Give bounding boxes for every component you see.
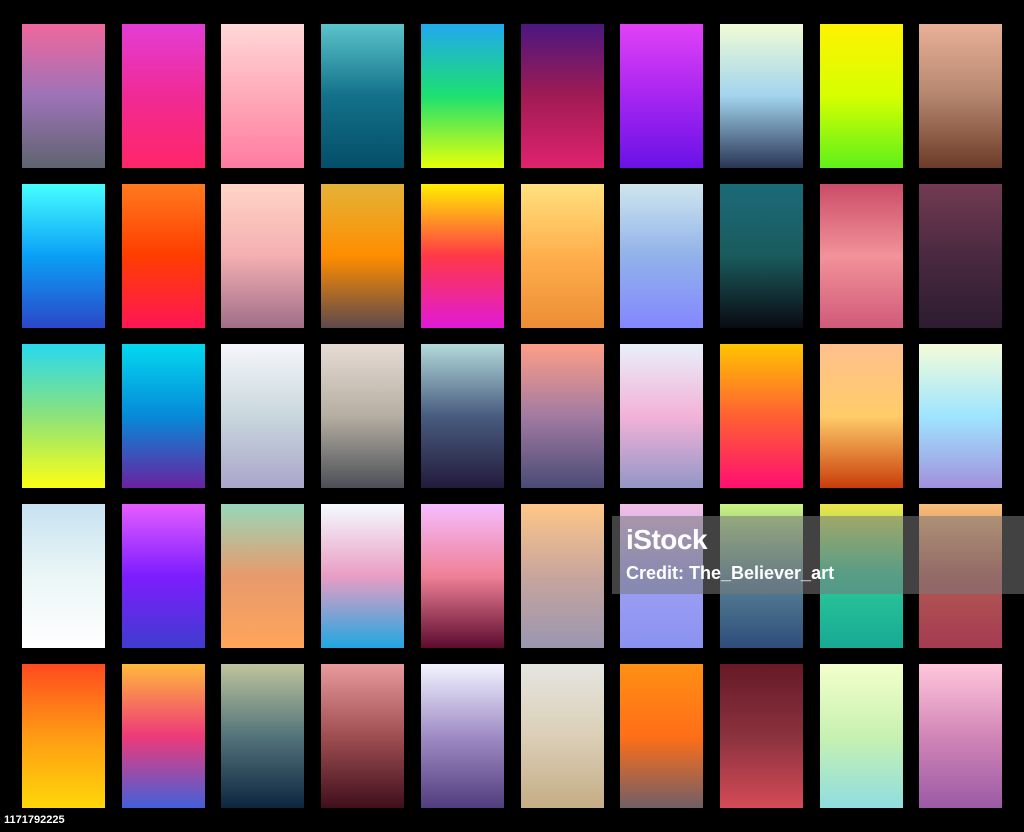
gradient-swatch <box>421 184 504 328</box>
gradient-swatch <box>919 24 1002 168</box>
gradient-swatch <box>221 504 304 648</box>
gradient-swatch <box>221 344 304 488</box>
gradient-swatch <box>521 344 604 488</box>
gradient-swatch <box>321 664 404 808</box>
gradient-swatch <box>421 24 504 168</box>
gradient-swatch <box>321 504 404 648</box>
gradient-swatch <box>22 344 105 488</box>
gradient-swatch <box>521 24 604 168</box>
gradient-swatch <box>22 184 105 328</box>
gradient-swatch <box>421 344 504 488</box>
gradient-swatch <box>122 664 205 808</box>
image-id-label: 1171792225 <box>0 808 69 832</box>
gradient-swatch <box>919 664 1002 808</box>
gradient-swatch <box>221 24 304 168</box>
gradient-swatch <box>22 664 105 808</box>
gradient-swatch <box>22 504 105 648</box>
gradient-swatch <box>720 184 803 328</box>
gradient-swatch <box>321 184 404 328</box>
gradient-swatch <box>820 344 903 488</box>
gradient-swatch <box>919 344 1002 488</box>
gradient-swatch <box>720 24 803 168</box>
gradient-swatch <box>919 184 1002 328</box>
gradient-swatch <box>620 344 703 488</box>
gradient-swatch <box>421 504 504 648</box>
gradient-swatch <box>620 24 703 168</box>
gradient-swatch <box>720 344 803 488</box>
gradient-swatch <box>820 184 903 328</box>
gradient-swatch <box>720 664 803 808</box>
gradient-swatch <box>521 664 604 808</box>
gradient-swatch <box>321 344 404 488</box>
gradient-swatch <box>521 504 604 648</box>
gradient-swatch <box>221 184 304 328</box>
gradient-swatch <box>122 504 205 648</box>
gradient-swatch <box>421 664 504 808</box>
gradient-swatch <box>820 24 903 168</box>
gradient-swatch <box>620 664 703 808</box>
gradient-swatch <box>620 184 703 328</box>
credit-text: Credit: The_Believer_art <box>626 563 835 583</box>
gradient-swatch <box>221 664 304 808</box>
gradient-swatch <box>122 24 205 168</box>
gradient-swatch <box>321 24 404 168</box>
gradient-swatch <box>521 184 604 328</box>
gradient-swatch-grid <box>0 0 1024 832</box>
istock-watermark: iStock Credit: The_Believer_art <box>612 516 1024 594</box>
gradient-swatch <box>22 24 105 168</box>
istock-logo: iStock <box>626 524 708 555</box>
gradient-swatch <box>122 344 205 488</box>
gradient-swatch <box>820 664 903 808</box>
gradient-swatch <box>122 184 205 328</box>
